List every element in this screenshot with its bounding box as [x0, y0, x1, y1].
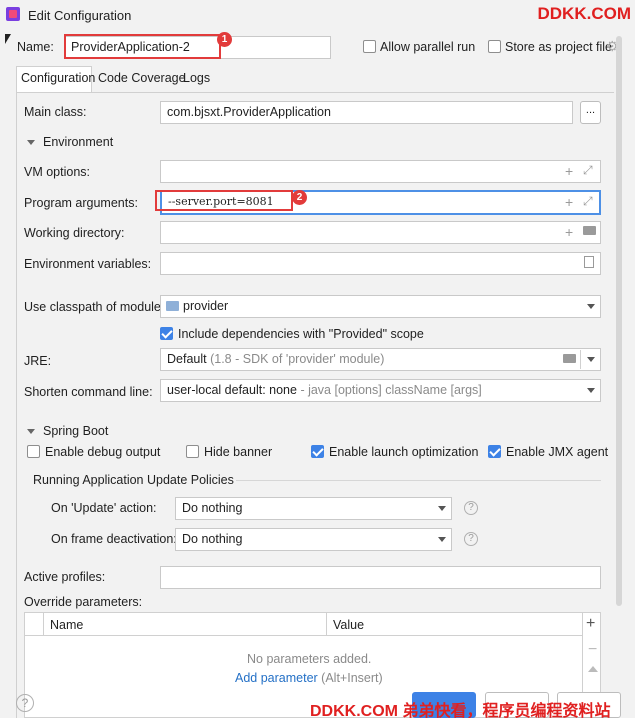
environment-collapse-icon[interactable]	[27, 140, 35, 145]
override-parameters-label: Override parameters:	[24, 595, 143, 609]
spring-boot-collapse-icon[interactable]	[27, 429, 35, 434]
spring-boot-header: Spring Boot	[43, 424, 109, 438]
include-dependencies-label: Include dependencies with "Provided" sco…	[178, 327, 424, 341]
enable-jmx-agent-label: Enable JMX agent	[506, 445, 609, 459]
on-update-select[interactable]: Do nothing	[175, 497, 452, 520]
enable-launch-optimization-checkbox[interactable]	[311, 445, 324, 458]
jre-select[interactable]: Default (1.8 - SDK of 'provider' module)	[160, 348, 601, 371]
environment-variables-input[interactable]	[160, 252, 601, 275]
working-directory-add-icon[interactable]: +	[565, 224, 573, 240]
column-header-value[interactable]: Value	[333, 618, 364, 632]
working-directory-input[interactable]	[160, 221, 601, 244]
intellij-app-icon	[6, 7, 20, 21]
classpath-value: provider	[183, 299, 229, 313]
jre-value: Default	[167, 352, 207, 366]
allow-parallel-run-label: Allow parallel run	[380, 40, 476, 54]
active-profiles-input[interactable]	[160, 566, 601, 589]
tab-code-coverage[interactable]: Code Coverage	[98, 71, 186, 85]
program-arguments-add-icon[interactable]: +	[565, 194, 573, 210]
vm-options-label: VM options:	[24, 165, 91, 179]
store-as-project-file-label: Store as project file	[505, 40, 612, 54]
on-frame-chevron-down-icon[interactable]	[438, 537, 446, 542]
remove-row-icon[interactable]: −	[588, 641, 597, 659]
jre-chevron-down-icon[interactable]	[587, 357, 595, 362]
table-header-divider-left	[43, 613, 44, 636]
main-class-browse-button[interactable]: ...	[580, 101, 601, 124]
watermark-top: DDKK.COM	[537, 4, 632, 23]
jre-hint: (1.8 - SDK of 'provider' module)	[210, 352, 385, 366]
scrollbar[interactable]	[616, 36, 622, 606]
jre-label: JRE:	[24, 354, 52, 368]
hide-banner-checkbox[interactable]	[186, 445, 199, 458]
program-arguments-expand-icon[interactable]: ⤢	[583, 194, 593, 209]
program-arguments-highlight-box	[155, 190, 293, 211]
on-update-label: On 'Update' action:	[51, 501, 157, 515]
badge-2: 2	[292, 190, 307, 205]
main-class-label: Main class:	[24, 105, 87, 119]
window-title: Edit Configuration	[28, 8, 132, 23]
cursor-icon	[5, 34, 11, 44]
enable-debug-output-checkbox[interactable]	[27, 445, 40, 458]
table-header-row	[25, 613, 582, 636]
no-parameters-text: No parameters added.	[247, 652, 372, 666]
tab-logs[interactable]: Logs	[183, 71, 210, 85]
watermark-bottom: DDKK.COM 弟弟快看，程序员编程资料站	[310, 703, 611, 718]
on-frame-help-icon[interactable]: ?	[464, 532, 478, 546]
environment-header: Environment	[43, 135, 114, 149]
on-frame-deactivation-label: On frame deactivation:	[51, 532, 177, 546]
vm-options-expand-icon[interactable]: ⤢	[583, 163, 593, 178]
on-update-chevron-down-icon[interactable]	[438, 506, 446, 511]
vm-options-add-icon[interactable]: +	[565, 163, 573, 179]
shorten-chevron-down-icon[interactable]	[587, 388, 595, 393]
help-icon[interactable]: ?	[16, 694, 34, 712]
enable-jmx-agent-checkbox[interactable]	[488, 445, 501, 458]
chevron-down-icon[interactable]	[587, 304, 595, 309]
add-parameter-shortcut: (Alt+Insert)	[321, 671, 383, 685]
on-frame-deactivation-select[interactable]: Do nothing	[175, 528, 452, 551]
shorten-command-line-select[interactable]: user-local default: none - java [options…	[160, 379, 601, 402]
shorten-command-line-label: Shorten command line:	[24, 385, 153, 399]
badge-1: 1	[217, 32, 232, 47]
update-policies-header: Running Application Update Policies	[33, 473, 234, 487]
main-class-input[interactable]: com.bjsxt.ProviderApplication	[160, 101, 573, 124]
shorten-hint: - java [options] className [args]	[300, 383, 482, 397]
vm-options-input[interactable]	[160, 160, 601, 183]
table-header-divider-mid	[326, 613, 327, 636]
jre-divider	[580, 350, 581, 369]
include-dependencies-checkbox[interactable]	[160, 327, 173, 340]
module-folder-icon	[166, 301, 179, 311]
add-parameter-text[interactable]: Add parameter	[235, 671, 318, 685]
name-highlight-box	[64, 34, 221, 59]
document-icon[interactable]	[584, 256, 594, 268]
enable-launch-optimization-label: Enable launch optimization	[329, 445, 479, 459]
move-up-icon[interactable]	[588, 666, 598, 672]
environment-variables-label: Environment variables:	[24, 257, 152, 271]
store-as-project-file-checkbox[interactable]	[488, 40, 501, 53]
hide-banner-label: Hide banner	[204, 445, 273, 459]
column-header-name[interactable]: Name	[50, 618, 83, 632]
policies-separator	[236, 480, 601, 481]
add-row-icon[interactable]: +	[586, 615, 595, 633]
jre-folder-icon[interactable]	[563, 354, 576, 363]
add-parameter-link[interactable]: Add parameter (Alt+Insert)	[235, 671, 383, 685]
on-update-help-icon[interactable]: ?	[464, 501, 478, 515]
working-directory-label: Working directory:	[24, 226, 125, 240]
enable-debug-output-label: Enable debug output	[45, 445, 161, 459]
classpath-label: Use classpath of module:	[24, 300, 165, 314]
allow-parallel-run-checkbox[interactable]	[363, 40, 376, 53]
folder-icon[interactable]	[583, 226, 596, 235]
classpath-select[interactable]: provider	[160, 295, 601, 318]
name-label: Name:	[17, 40, 54, 54]
program-arguments-label: Program arguments:	[24, 196, 138, 210]
tab-configuration[interactable]: Configuration	[21, 71, 95, 85]
shorten-value: user-local default: none	[167, 383, 297, 397]
active-profiles-label: Active profiles:	[24, 570, 106, 584]
